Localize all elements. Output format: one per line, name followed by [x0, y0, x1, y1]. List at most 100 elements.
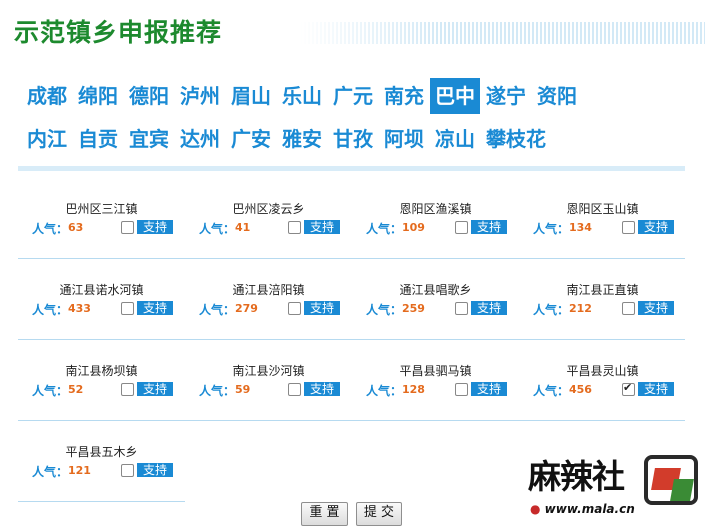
popularity-label: 人气： — [199, 303, 236, 317]
town-item: 南江县沙河镇人气： 59 支持 — [185, 340, 352, 420]
town-checkbox[interactable] — [622, 302, 635, 315]
town-name: 巴州区凌云乡 — [232, 202, 305, 216]
support-button[interactable]: 支持 — [137, 463, 173, 477]
town-name: 通江县唱歌乡 — [399, 283, 472, 297]
town-checkbox[interactable] — [455, 383, 468, 396]
town-checkbox[interactable] — [455, 221, 468, 234]
town-name: 恩阳区渔溪镇 — [399, 202, 472, 216]
town-checkbox[interactable] — [121, 221, 134, 234]
city-tab[interactable]: 遂宁 — [481, 78, 531, 114]
city-tab[interactable]: 达州 — [175, 121, 225, 157]
support-button[interactable]: 支持 — [304, 220, 340, 234]
city-tab[interactable]: 成都 — [22, 78, 72, 114]
popularity-label: 人气： — [199, 384, 236, 398]
popularity-count: 52 — [68, 383, 84, 396]
popularity-count: 433 — [68, 302, 91, 315]
city-tab[interactable]: 乐山 — [277, 78, 327, 114]
popularity-label: 人气： — [366, 384, 403, 398]
city-tab[interactable]: 德阳 — [124, 78, 174, 114]
city-tab[interactable]: 宜宾 — [124, 121, 174, 157]
popularity-count: 456 — [569, 383, 592, 396]
city-tab[interactable]: 雅安 — [277, 121, 327, 157]
header-decoration — [300, 22, 705, 44]
town-checkbox[interactable] — [288, 383, 301, 396]
popularity-count: 128 — [402, 383, 425, 396]
town-name: 通江县诺水河镇 — [59, 283, 144, 297]
town-checkbox[interactable] — [622, 381, 635, 396]
city-tab[interactable]: 广安 — [226, 121, 276, 157]
watermark-text: 麻辣社 — [528, 457, 625, 496]
watermark-mark-icon — [644, 455, 698, 505]
support-button[interactable]: 支持 — [137, 382, 173, 396]
popularity-label: 人气： — [366, 222, 403, 236]
city-tab[interactable]: 资阳 — [532, 78, 582, 114]
town-item: 平昌县五木乡 人气： 121 支持 — [18, 421, 185, 501]
city-tab[interactable]: 绵阳 — [73, 78, 123, 114]
town-item: 恩阳区玉山镇 人气： 134 支持 — [519, 178, 686, 258]
town-item: 平昌县驷马镇 人气： 128 支持 — [352, 340, 519, 420]
popularity-label: 人气： — [32, 303, 69, 317]
town-checkbox[interactable] — [622, 221, 635, 234]
row-separator — [18, 420, 685, 421]
town-checkbox[interactable] — [455, 302, 468, 315]
town-checkbox[interactable] — [288, 221, 301, 234]
city-tab[interactable]: 凉山 — [430, 121, 480, 157]
town-checkbox[interactable] — [121, 464, 134, 477]
city-tab[interactable]: 广元 — [328, 78, 378, 114]
town-item: 南江县杨坝镇 人气： 52 支持 — [18, 340, 185, 420]
town-name: 南江县杨坝镇 — [65, 364, 138, 378]
support-button[interactable]: 支持 — [471, 382, 507, 396]
popularity-count: 41 — [235, 221, 251, 234]
row-separator — [18, 258, 685, 259]
city-tab[interactable]: 南充 — [379, 78, 429, 114]
popularity-count: 109 — [402, 221, 425, 234]
town-item: 巴州区凌云乡人气： 41 支持 — [185, 178, 352, 258]
popularity-count: 259 — [402, 302, 425, 315]
section-divider — [18, 166, 685, 171]
city-tab[interactable]: 阿坝 — [379, 121, 429, 157]
support-button[interactable]: 支持 — [471, 301, 507, 315]
popularity-label: 人气： — [533, 384, 570, 398]
town-name: 平昌县五木乡 — [65, 445, 138, 459]
support-button[interactable]: 支持 — [137, 301, 173, 315]
popularity-label: 人气： — [32, 465, 69, 479]
page-header: 示范镇乡申报推荐 — [0, 0, 705, 62]
popularity-label: 人气： — [533, 303, 570, 317]
support-button[interactable]: 支持 — [304, 301, 340, 315]
support-button[interactable]: 支持 — [638, 382, 674, 396]
support-button[interactable]: 支持 — [638, 220, 674, 234]
reset-button[interactable]: 重 置 — [301, 502, 348, 526]
town-name: 平昌县灵山镇 — [566, 364, 639, 378]
watermark-logo: 麻辣社 ● www.mala.cn — [528, 450, 698, 525]
support-button[interactable]: 支持 — [471, 220, 507, 234]
city-tab[interactable]: 泸州 — [175, 78, 225, 114]
page-title: 示范镇乡申报推荐 — [14, 18, 223, 47]
town-name: 恩阳区玉山镇 — [566, 202, 639, 216]
town-name: 南江县正直镇 — [566, 283, 639, 297]
city-tab[interactable]: 眉山 — [226, 78, 276, 114]
popularity-count: 59 — [235, 383, 251, 396]
support-button[interactable]: 支持 — [638, 301, 674, 315]
popularity-label: 人气： — [366, 303, 403, 317]
city-tab[interactable]: 巴中 — [430, 78, 480, 114]
submit-button[interactable]: 提 交 — [356, 502, 402, 526]
town-checkbox[interactable] — [121, 383, 134, 396]
town-checkbox[interactable] — [288, 302, 301, 315]
city-tab[interactable]: 攀枝花 — [481, 121, 551, 157]
support-button[interactable]: 支持 — [304, 382, 340, 396]
support-button[interactable]: 支持 — [137, 220, 173, 234]
city-tab[interactable]: 甘孜 — [328, 121, 378, 157]
watermark-url: ● www.mala.cn — [530, 502, 635, 516]
popularity-count: 212 — [569, 302, 592, 315]
town-checkbox[interactable] — [121, 302, 134, 315]
popularity-count: 63 — [68, 221, 84, 234]
town-name: 巴州区三江镇 — [65, 202, 138, 216]
popularity-label: 人气： — [199, 222, 236, 236]
popularity-count: 279 — [235, 302, 258, 315]
popularity-label: 人气： — [32, 222, 69, 236]
city-tabs: 成都 绵阳 德阳 泸州 眉山 乐山 广元 南充 巴中 遂宁 资阳内江 自贡 宜宾 达州 广安 雅安 甘孜 阿坝 凉山… — [22, 78, 682, 164]
city-tab[interactable]: 自贡 — [73, 121, 123, 157]
town-item: 南江县正直镇人气： 212 支持 — [519, 259, 686, 339]
town-name: 南江县沙河镇 — [232, 364, 305, 378]
city-tab[interactable]: 内江 — [22, 121, 72, 157]
